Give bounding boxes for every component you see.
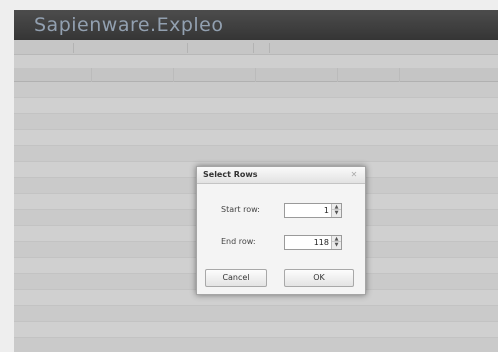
start-row-input[interactable]: 1	[324, 204, 329, 217]
start-row-spinner[interactable]: 1 ▲ ▼	[284, 203, 342, 218]
ok-button[interactable]: OK	[284, 269, 354, 287]
select-rows-dialog: Select Rows ✕ Start row: 1 ▲ ▼ End row: …	[196, 166, 366, 295]
spin-down-icon[interactable]: ▼	[332, 210, 341, 216]
end-row-label: End row:	[221, 237, 256, 246]
dialog-title: Select Rows	[203, 170, 258, 179]
dialog-titlebar: Select Rows ✕	[197, 167, 365, 184]
close-icon[interactable]: ✕	[348, 169, 360, 181]
cancel-button[interactable]: Cancel	[205, 269, 267, 287]
start-row-label: Start row:	[221, 205, 260, 214]
end-row-input[interactable]: 118	[314, 236, 329, 249]
spin-down-icon[interactable]: ▼	[332, 242, 341, 248]
end-row-spinner[interactable]: 118 ▲ ▼	[284, 235, 342, 250]
spinner-arrows: ▲ ▼	[331, 204, 341, 217]
spinner-arrows: ▲ ▼	[331, 236, 341, 249]
